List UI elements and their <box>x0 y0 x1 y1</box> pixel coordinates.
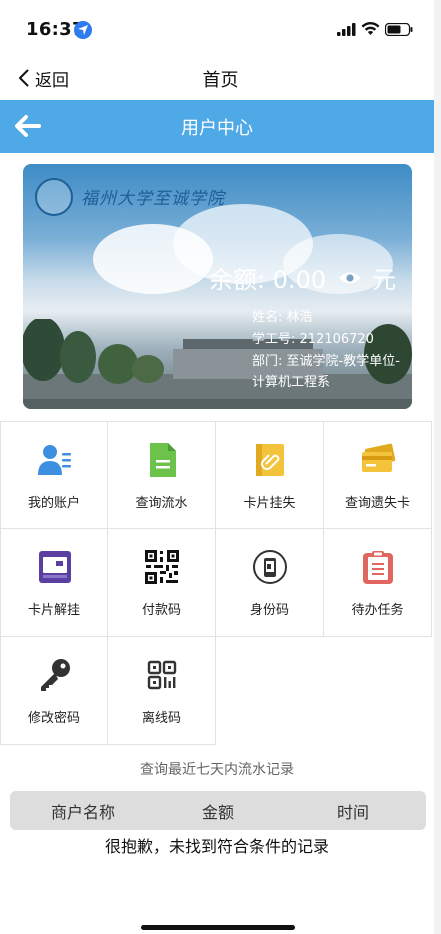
todo-clipboard-icon <box>363 551 393 584</box>
payment-code-label: 付款码 <box>141 603 181 618</box>
empty-cell <box>216 637 324 745</box>
card-lost-icon <box>256 444 284 476</box>
page-title: 首页 <box>202 70 239 91</box>
my-account-button[interactable]: 我的账户 <box>0 421 108 529</box>
lost-card-search-icon <box>362 443 396 472</box>
school-name: 福州大学至诚学院 <box>81 189 225 209</box>
column-merchant: 商户名称 <box>50 802 115 822</box>
key-icon <box>41 659 70 691</box>
empty-cell <box>324 637 432 745</box>
todo-tasks-button[interactable]: 待办任务 <box>324 529 432 637</box>
change-password-button[interactable]: 修改密码 <box>0 637 108 745</box>
transactions-icon <box>150 443 176 477</box>
change-password-label: 修改密码 <box>27 711 80 726</box>
records-hint: 查询最近七天内流水记录 <box>140 762 294 778</box>
records-table-header: 商户名称 金额 时间 <box>10 791 426 830</box>
home-indicator[interactable] <box>141 925 295 930</box>
campus-card[interactable]: 福州大学至诚学院 余额: 0.00 元 姓名: 林浩 学工号: 21210672… <box>23 164 412 409</box>
offline-qr-icon <box>147 660 177 690</box>
status-bar: 16:37 <box>0 0 441 56</box>
identity-code-icon <box>253 550 287 584</box>
eye-icon[interactable] <box>338 270 362 286</box>
account-icon <box>38 445 71 475</box>
wifi-icon <box>361 21 380 35</box>
battery-icon <box>385 23 413 36</box>
location-arrow-icon <box>74 21 92 39</box>
navigation-bar: 返回 首页 <box>0 56 441 100</box>
todo-tasks-label: 待办任务 <box>351 603 404 618</box>
scroll-edge <box>434 0 441 934</box>
report-card-lost-label: 卡片挂失 <box>243 496 296 511</box>
query-transactions-label: 查询流水 <box>135 496 188 511</box>
function-grid: 我的账户 查询流水 卡片挂失 查询遗失卡 卡片解挂 付款码 身份码 待办任务 修… <box>0 421 434 745</box>
my-account-label: 我的账户 <box>27 496 80 511</box>
offline-code-label: 离线码 <box>141 711 181 726</box>
column-amount: 金额 <box>201 802 234 822</box>
payment-code-button[interactable]: 付款码 <box>108 529 216 637</box>
card-section: 福州大学至诚学院 余额: 0.00 元 姓名: 林浩 学工号: 21210672… <box>0 153 434 421</box>
balance-amount: 余额: 0.00 <box>209 266 327 294</box>
card-unlock-label: 卡片解挂 <box>27 603 80 618</box>
column-time: 时间 <box>336 802 369 822</box>
query-lost-card-label: 查询遗失卡 <box>344 496 410 511</box>
header-title: 用户中心 <box>181 118 253 139</box>
school-logo <box>35 178 73 216</box>
no-records-message: 很抱歉，未找到符合条件的记录 <box>104 837 329 856</box>
report-card-lost-button[interactable]: 卡片挂失 <box>216 421 324 529</box>
holder-department: 部门: 至诚学院-教学单位- <box>252 354 400 369</box>
identity-code-button[interactable]: 身份码 <box>216 529 324 637</box>
card-unlock-button[interactable]: 卡片解挂 <box>0 529 108 637</box>
holder-department-continued: 计算机工程系 <box>252 375 331 390</box>
balance-row: 余额: 0.00 元 <box>209 260 396 295</box>
cellular-signal-icon <box>337 23 356 36</box>
card-unlock-icon <box>39 551 71 583</box>
offline-code-button[interactable]: 离线码 <box>108 637 216 745</box>
query-lost-card-button[interactable]: 查询遗失卡 <box>324 421 432 529</box>
currency-unit: 元 <box>372 266 397 294</box>
identity-code-label: 身份码 <box>249 603 289 618</box>
user-center-header: 用户中心 <box>0 100 434 153</box>
query-transactions-button[interactable]: 查询流水 <box>108 421 216 529</box>
holder-id: 学工号: 212106720 <box>252 332 374 347</box>
qr-payment-icon <box>145 550 179 584</box>
holder-name: 姓名: 林浩 <box>252 310 313 325</box>
